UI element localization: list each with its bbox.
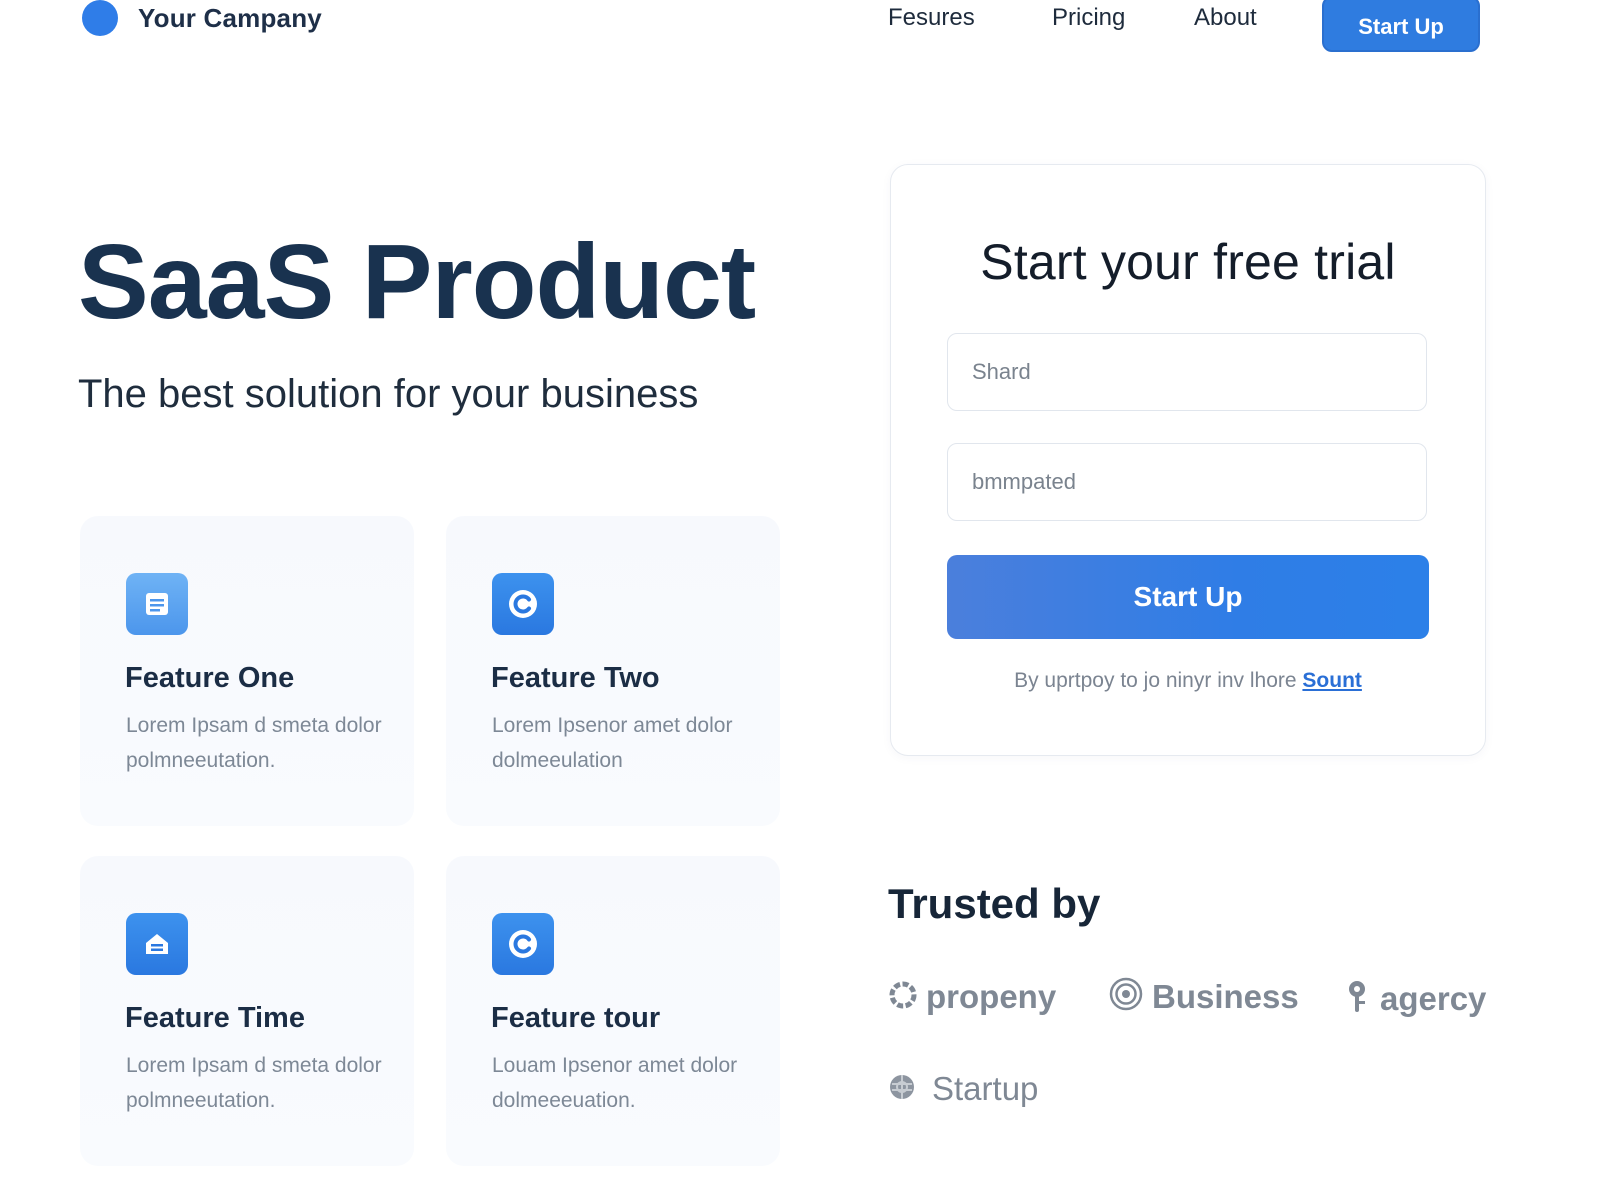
hero-title: SaaS Product xyxy=(78,223,756,341)
feature-title: Feature One xyxy=(125,662,295,694)
feature-title: Feature Two xyxy=(491,662,660,694)
swirl-icon xyxy=(1108,976,1144,1017)
brand-logo-business: Business xyxy=(1108,976,1299,1017)
nav-link-pricing[interactable]: Pricing xyxy=(1052,4,1125,32)
refresh-icon xyxy=(492,913,554,975)
feature-title: Feature tour xyxy=(491,1002,661,1034)
feature-card-1: Feature One Lorem Ipsam d smeta dolor po… xyxy=(80,516,414,826)
terms-link[interactable]: Sount xyxy=(1302,669,1361,692)
inbox-icon xyxy=(126,913,188,975)
trial-submit-button[interactable]: Start Up xyxy=(947,555,1429,639)
feature-card-2: Feature Two Lorem Ipsenor amet dolor dol… xyxy=(446,516,780,826)
brand-name: agercy xyxy=(1380,979,1487,1017)
site-header: Your Campany Fesures Pricing About Start… xyxy=(0,0,1600,60)
pin-icon xyxy=(1344,978,1372,1019)
feature-card-4: Feature tour Louam Ipsenor amet dolor do… xyxy=(446,856,780,1166)
nav-link-features[interactable]: Fesures xyxy=(888,4,975,32)
document-icon xyxy=(126,573,188,635)
company-name: Your Campany xyxy=(138,2,322,33)
globe-icon xyxy=(888,1073,916,1106)
hero-subtitle: The best solution for your business xyxy=(78,372,699,416)
brand-logo-startup: Startup xyxy=(888,1070,1038,1108)
header-start-up-button[interactable]: Start Up xyxy=(1322,0,1480,52)
trial-title: Start your free trial xyxy=(980,234,1396,290)
brand-name: Startup xyxy=(932,1070,1039,1107)
trial-terms-text: By uprtpoy to jo ninyr inv lhore Sount xyxy=(891,669,1485,693)
trusted-by-heading: Trusted by xyxy=(888,880,1101,927)
terms-text: By uprtpoy to jo ninyr inv lhore xyxy=(1014,669,1297,692)
feature-description: Lorem Ipsam d smeta dolor polmneeutation… xyxy=(126,714,382,772)
brand-logo-agercy: agercy xyxy=(1344,978,1486,1019)
company-logo[interactable]: Your Campany xyxy=(82,0,322,36)
ring-icon xyxy=(888,980,918,1015)
trial-email-input[interactable] xyxy=(947,443,1427,521)
refresh-icon xyxy=(492,573,554,635)
feature-description: Lorem Ipsam d smeta dolor polmneeutation… xyxy=(126,1054,382,1112)
logo-circle-icon xyxy=(82,0,118,36)
free-trial-form: Start your free trial Start Up By uprtpo… xyxy=(890,164,1486,756)
brand-logo-propeny: propeny xyxy=(888,978,1056,1016)
feature-card-3: Feature Time Lorem Ipsam d smeta dolor p… xyxy=(80,856,414,1166)
nav-link-about[interactable]: About xyxy=(1194,4,1257,32)
brand-name: Business xyxy=(1152,977,1299,1015)
brand-name: propeny xyxy=(926,978,1057,1015)
trial-name-input[interactable] xyxy=(947,333,1427,411)
feature-description: Lorem Ipsenor amet dolor dolmeeulation xyxy=(492,714,733,772)
feature-title: Feature Time xyxy=(125,1002,305,1034)
feature-description: Louam Ipsenor amet dolor dolmeeeuation. xyxy=(492,1054,738,1112)
